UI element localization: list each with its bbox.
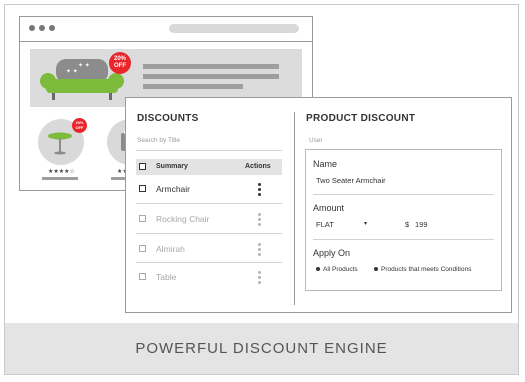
field-divider bbox=[313, 239, 494, 240]
window-dot bbox=[29, 25, 35, 31]
banner-text-line bbox=[143, 84, 243, 89]
apply-option-label: Products that meets Conditions bbox=[381, 266, 472, 273]
window-dot bbox=[49, 25, 55, 31]
apply-option-all[interactable]: All Products bbox=[316, 266, 358, 273]
currency-symbol: $ bbox=[405, 220, 410, 229]
discount-row-label[interactable]: Armchair bbox=[156, 184, 190, 194]
row-divider bbox=[136, 203, 282, 204]
price-line bbox=[42, 177, 78, 180]
footer-band: POWERFUL DISCOUNT ENGINE bbox=[5, 323, 518, 374]
discounts-title: DISCOUNTS bbox=[137, 113, 199, 124]
radio-bullet-icon bbox=[374, 267, 378, 272]
badge-off: OFF bbox=[75, 125, 84, 130]
sale-badge: 20% OFF bbox=[109, 52, 131, 74]
more-actions-icon[interactable] bbox=[258, 213, 261, 228]
apply-option-label: All Products bbox=[323, 266, 358, 273]
discount-form-card: Name Two Seater Armchair Amount FLAT ▾ $… bbox=[305, 149, 502, 291]
discount-row-label[interactable]: Rocking Chair bbox=[156, 214, 209, 224]
row-checkbox[interactable] bbox=[139, 245, 146, 252]
table-header: Summary Actions bbox=[136, 159, 282, 175]
summary-header: Summary bbox=[156, 163, 188, 170]
field-divider bbox=[313, 194, 494, 195]
row-divider bbox=[136, 233, 282, 234]
row-checkbox[interactable] bbox=[139, 185, 146, 192]
discount-panel: DISCOUNTS Search by Title Summary Action… bbox=[125, 97, 512, 313]
product-discount-title: PRODUCT DISCOUNT bbox=[306, 113, 416, 124]
amount-field[interactable]: 199 bbox=[415, 220, 428, 229]
amount-label: Amount bbox=[313, 203, 345, 213]
footer-caption: POWERFUL DISCOUNT ENGINE bbox=[135, 340, 388, 357]
discount-row-label[interactable]: Table bbox=[156, 272, 176, 282]
banner-text-line bbox=[143, 74, 279, 79]
row-divider bbox=[136, 262, 282, 263]
select-all-checkbox[interactable] bbox=[139, 163, 146, 170]
window-dot bbox=[39, 25, 45, 31]
name-field[interactable]: Two Seater Armchair bbox=[316, 176, 386, 185]
product-sale-badge: 20% OFF bbox=[72, 118, 87, 133]
row-checkbox[interactable] bbox=[139, 215, 146, 222]
svg-text:✦ ✦: ✦ ✦ bbox=[66, 68, 78, 75]
user-subtitle: User bbox=[309, 137, 323, 144]
search-input[interactable]: Search by Title bbox=[137, 137, 180, 144]
discount-row-label[interactable]: Almirah bbox=[156, 244, 185, 254]
browser-toolbar bbox=[20, 17, 312, 42]
apply-option-conditions[interactable]: Products that meets Conditions bbox=[374, 266, 471, 273]
more-actions-icon[interactable] bbox=[258, 243, 261, 258]
more-actions-icon[interactable] bbox=[258, 271, 261, 286]
row-checkbox[interactable] bbox=[139, 273, 146, 280]
rating-stars-icon: ★★★★☆ bbox=[48, 169, 75, 175]
badge-percent: 20% bbox=[113, 56, 126, 62]
svg-text:✦ ✦: ✦ ✦ bbox=[78, 62, 90, 69]
radio-bullet-icon bbox=[316, 267, 320, 272]
name-label: Name bbox=[313, 159, 338, 169]
banner-text-line bbox=[143, 64, 279, 69]
amount-type-select[interactable]: FLAT bbox=[316, 220, 334, 229]
address-bar bbox=[169, 24, 299, 33]
more-actions-icon[interactable] bbox=[258, 183, 261, 198]
column-divider bbox=[294, 112, 295, 305]
chevron-down-icon[interactable]: ▾ bbox=[364, 220, 367, 227]
search-underline bbox=[136, 150, 282, 151]
badge-off: OFF bbox=[114, 63, 126, 69]
actions-header: Actions bbox=[245, 163, 271, 170]
apply-on-label: Apply On bbox=[313, 248, 351, 258]
